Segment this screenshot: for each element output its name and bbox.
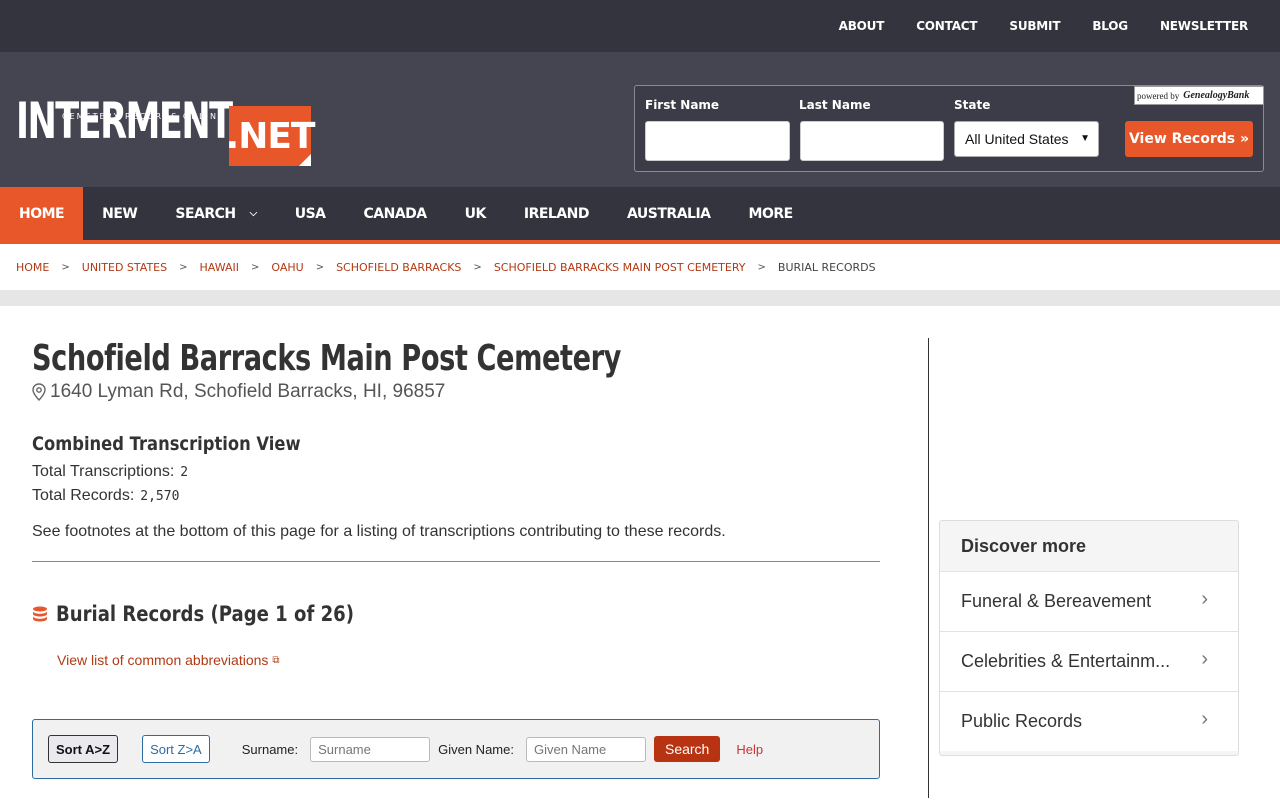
external-link-icon: ⧉: [272, 654, 280, 666]
nav-home[interactable]: HOME: [0, 187, 84, 240]
powered-by-badge[interactable]: powered by GenealogyBank: [1134, 86, 1264, 105]
nav-search[interactable]: SEARCH ⌵: [156, 187, 275, 240]
nav-usa[interactable]: USA: [276, 187, 345, 240]
nav-uk[interactable]: UK: [446, 187, 505, 240]
state-label: State: [954, 98, 991, 112]
total-records-value: 2,570: [140, 489, 180, 504]
chevron-right-icon: >: [179, 261, 188, 273]
chevron-right-icon: >: [315, 261, 325, 273]
site-logo[interactable]: INTERMENT: [16, 92, 233, 166]
nav-ireland[interactable]: IRELAND: [505, 187, 608, 240]
total-transcriptions: Total Transcriptions: 2: [32, 463, 880, 481]
state-select-value: All United States: [965, 131, 1069, 147]
total-records: Total Records: 2,570: [32, 487, 880, 505]
abbreviations-link[interactable]: View list of common abbreviations ⧉: [57, 652, 280, 668]
surname-label: Surname:: [241, 741, 299, 757]
burial-records-heading: Burial Records (Page 1 of 26): [32, 602, 880, 626]
chevron-right-icon: ›: [1201, 648, 1208, 670]
breadcrumb-oahu[interactable]: OAHU: [271, 261, 303, 274]
given-name-label: Given Name:: [438, 741, 514, 757]
last-name-input[interactable]: [800, 121, 944, 161]
column-divider: [928, 338, 929, 798]
abbreviations-link-text: View list of common abbreviations: [57, 652, 269, 668]
genealogybank-logo: GenealogyBank: [1183, 90, 1250, 101]
discover-more-panel: Discover more Funeral & Bereavement › Ce…: [939, 520, 1239, 756]
chevron-right-icon: >: [61, 261, 70, 273]
breadcrumb: HOME > UNITED STATES > HAWAII > OAHU > S…: [0, 244, 1280, 290]
search-button[interactable]: Search: [653, 736, 721, 762]
breadcrumb-united-states[interactable]: UNITED STATES: [82, 261, 167, 274]
burial-records-title: Burial Records (Page 1 of 26): [56, 602, 354, 626]
chevron-right-icon: >: [473, 261, 482, 273]
content-column: Schofield Barracks Main Post Cemetery 16…: [32, 338, 880, 779]
database-icon: [33, 606, 47, 622]
nav-australia[interactable]: AUSTRALIA: [608, 187, 730, 240]
discover-item-funeral[interactable]: Funeral & Bereavement ›: [940, 571, 1238, 631]
last-name-label: Last Name: [799, 98, 871, 112]
discover-more-heading: Discover more: [961, 535, 1087, 556]
logo-tagline: CEMETERY RECORDS ONLINE: [62, 112, 225, 121]
top-link-submit[interactable]: SUBMIT: [1009, 19, 1060, 33]
first-name-input[interactable]: [645, 121, 790, 161]
nav-search-label: SEARCH: [175, 205, 236, 222]
breadcrumb-hawaii[interactable]: HAWAII: [200, 261, 239, 274]
breadcrumb-current: BURIAL RECORDS: [777, 260, 876, 274]
top-link-about[interactable]: ABOUT: [839, 19, 885, 33]
discover-item-label: Funeral & Bereavement: [961, 591, 1152, 611]
nav-new[interactable]: NEW: [83, 187, 156, 240]
total-transcriptions-label: Total Transcriptions:: [32, 463, 175, 480]
powered-by-text: powered by: [1137, 90, 1180, 101]
section-divider: [0, 290, 1280, 306]
cemetery-address: 1640 Lyman Rd, Schofield Barracks, HI, 9…: [32, 381, 880, 403]
top-bar: ABOUT CONTACT SUBMIT BLOG NEWSLETTER: [0, 0, 1280, 52]
horizontal-rule: [32, 561, 880, 562]
total-records-label: Total Records:: [32, 487, 135, 504]
breadcrumb-cemetery[interactable]: SCHOFIELD BARRACKS MAIN POST CEMETERY: [494, 261, 746, 274]
chevron-right-icon: ›: [1201, 588, 1208, 610]
chevron-right-icon: >: [757, 261, 766, 273]
record-search-box: First Name Last Name State All United St…: [634, 85, 1264, 172]
page-title: Schofield Barracks Main Post Cemetery: [32, 338, 621, 379]
nav-more[interactable]: MORE: [730, 187, 812, 240]
discover-item-label: Celebrities & Entertainm...: [961, 651, 1171, 671]
total-transcriptions-value: 2: [180, 465, 189, 480]
top-link-contact[interactable]: CONTACT: [916, 19, 977, 33]
breadcrumb-home[interactable]: HOME: [16, 261, 49, 274]
help-link[interactable]: Help: [736, 742, 763, 757]
breadcrumb-schofield-barracks[interactable]: SCHOFIELD BARRACKS: [336, 261, 461, 274]
first-name-label: First Name: [645, 98, 720, 112]
nav-canada[interactable]: CANADA: [345, 187, 446, 240]
address-text: 1640 Lyman Rd, Schofield Barracks, HI, 9…: [50, 381, 446, 402]
chevron-right-icon: >: [250, 261, 260, 273]
surname-input[interactable]: Surname: [310, 736, 431, 762]
chevron-right-icon: ›: [1201, 708, 1208, 730]
top-link-newsletter[interactable]: NEWSLETTER: [1160, 19, 1248, 33]
top-link-blog[interactable]: BLOG: [1092, 19, 1128, 33]
records-filter-bar: Sort A>Z Sort Z>A Surname: Surname Given…: [32, 719, 880, 779]
chevron-down-icon: ⌵: [249, 208, 258, 219]
section-title: Combined Transcription View: [32, 433, 301, 455]
discover-item-public-records[interactable]: Public Records ›: [940, 691, 1238, 751]
logo-text: INTERMENT: [16, 92, 233, 150]
given-name-input[interactable]: Given Name: [525, 736, 646, 762]
map-pin-icon: [32, 383, 46, 401]
sort-az-button[interactable]: Sort A>Z: [48, 735, 119, 763]
discover-item-label: Public Records: [961, 711, 1083, 731]
view-records-button[interactable]: View Records »: [1125, 121, 1253, 157]
logo-net-badge: .NET: [226, 106, 315, 166]
footnote-text: See footnotes at the bottom of this page…: [32, 523, 726, 540]
discover-item-celebrities[interactable]: Celebrities & Entertainm... ›: [940, 631, 1238, 691]
site-header: INTERMENT CEMETERY RECORDS ONLINE .NET F…: [0, 52, 1280, 187]
sort-za-button[interactable]: Sort Z>A: [142, 735, 210, 763]
chevron-down-icon: ▼: [1080, 133, 1090, 144]
state-select[interactable]: All United States ▼: [954, 121, 1099, 157]
main-nav: HOME NEW SEARCH ⌵ USA CANADA UK IRELAND …: [0, 187, 1280, 244]
